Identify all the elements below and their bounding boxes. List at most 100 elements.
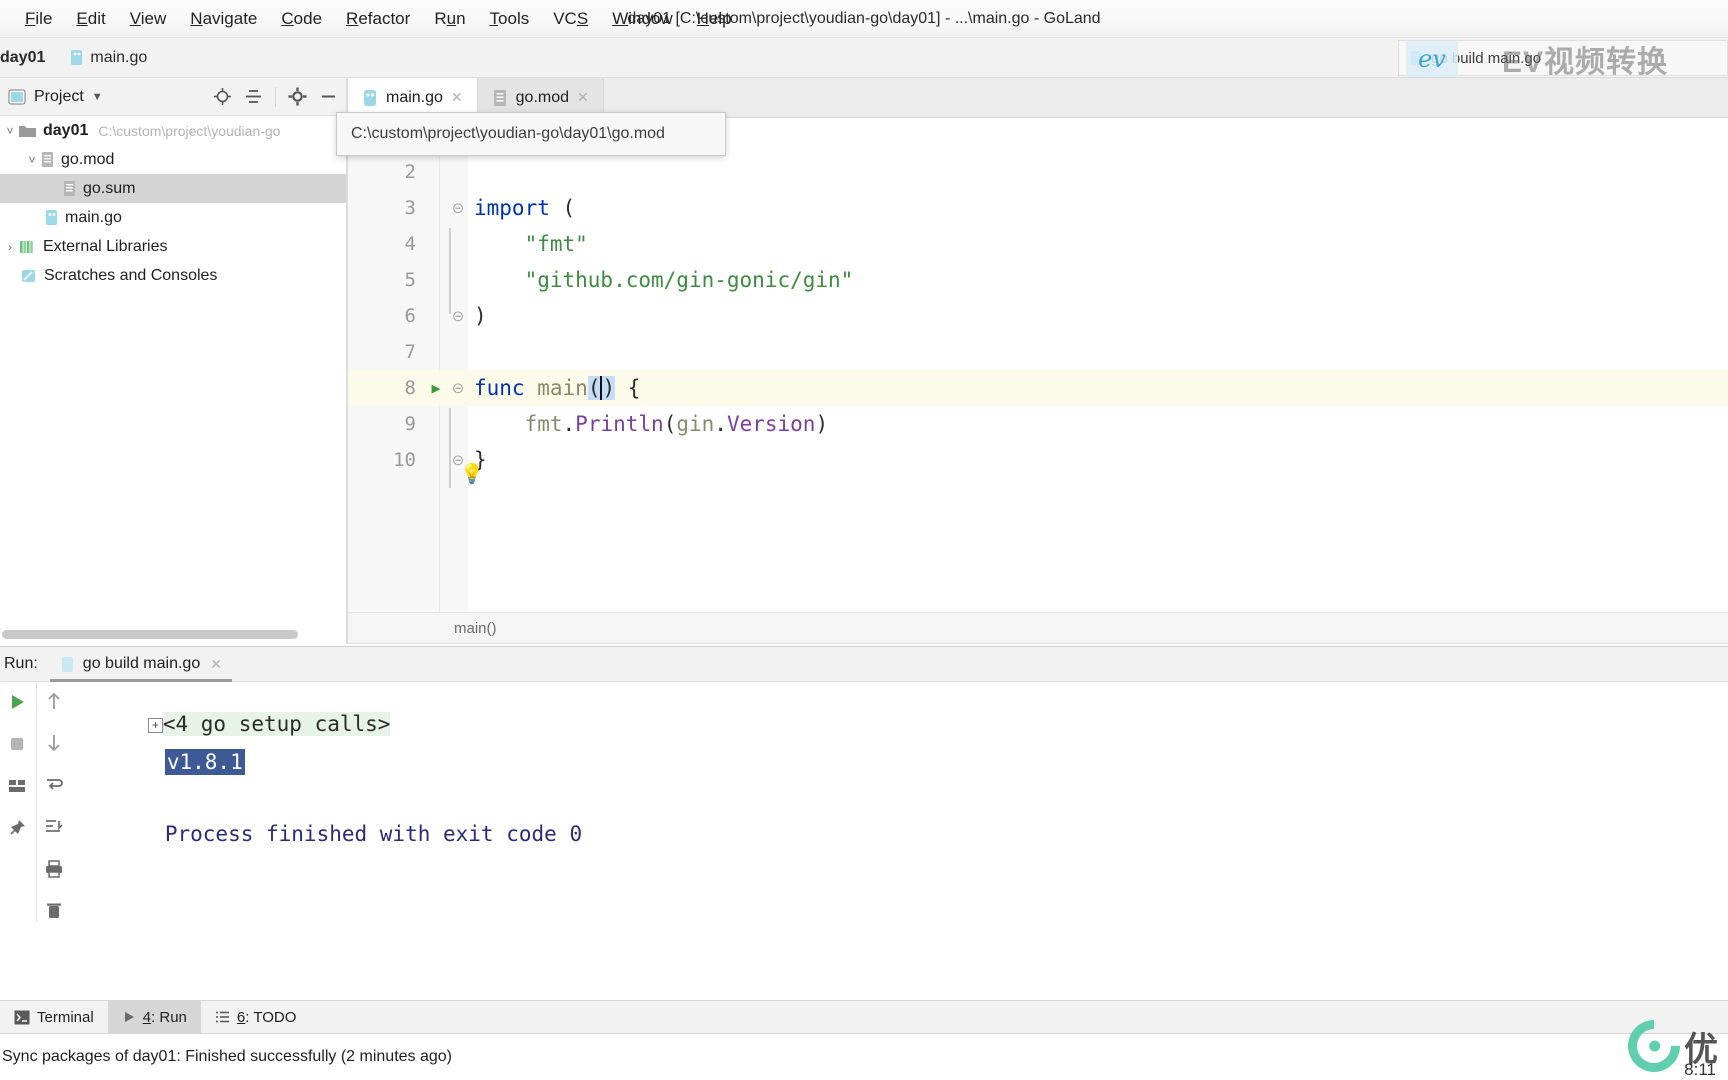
tool-window-run[interactable]: 4: Run (107, 1000, 201, 1034)
status-bar: Sync packages of day01: Finished success… (0, 1034, 1728, 1080)
project-dropdown-icon[interactable]: ▼ (92, 91, 103, 103)
tree-label-scratches: Scratches and Consoles (44, 266, 218, 284)
locate-target-icon[interactable] (213, 87, 232, 106)
run-console-output[interactable]: + <4 go setup calls> v1.8.1 Process finis… (72, 682, 1728, 922)
editor-tab-label: go.mod (515, 88, 570, 106)
run-tab-go-build[interactable]: go build main.go ✕ (49, 646, 233, 682)
menu-run[interactable]: Run (423, 6, 476, 32)
run-tab-label: go build main.go (82, 655, 201, 672)
token-paren-open: ( (562, 196, 576, 220)
breadcrumb-project[interactable]: day01 (0, 49, 45, 67)
hide-panel-icon[interactable] (319, 87, 338, 106)
fold-toggle[interactable]: ⊝ (448, 307, 468, 325)
matching-paren-highlight: () (587, 376, 616, 400)
previous-occurrence-button[interactable] (42, 690, 66, 712)
menu-file[interactable]: File (14, 6, 63, 32)
code-line-9[interactable]: 9 fmt.Println(gin.Version) (348, 406, 1728, 442)
menu-help[interactable]: Help (686, 6, 743, 32)
go-file-icon (61, 656, 73, 672)
menu-vcs[interactable]: VCS (542, 6, 599, 32)
fold-toggle[interactable]: ⊝ (448, 199, 468, 217)
chevron-right-icon[interactable]: › (2, 240, 18, 254)
token-fn-version: Version (726, 412, 816, 436)
chevron-down-icon[interactable]: ˅ (2, 124, 18, 138)
collapse-all-icon[interactable] (244, 87, 263, 106)
tool-window-todo[interactable]: 6: TODO (201, 1001, 310, 1034)
stop-button[interactable] (5, 732, 29, 756)
line-number: 9 (404, 413, 416, 435)
code-line-6[interactable]: 6 ⊝ ) (348, 298, 1728, 334)
code-line-3[interactable]: 3 ⊝ import ( (348, 190, 1728, 226)
scroll-to-end-button[interactable] (42, 816, 66, 838)
code-line-4[interactable]: 4 "fmt" (348, 226, 1728, 262)
go-file-icon (1411, 51, 1421, 65)
code-line-8[interactable]: 8 ▶ ⊝ func main() { (348, 370, 1728, 406)
menu-navigate[interactable]: Navigate (179, 6, 268, 32)
layout-settings-button[interactable] (5, 774, 29, 798)
tree-item-gosum[interactable]: go.sum (0, 174, 346, 203)
soft-wrap-button[interactable] (42, 774, 66, 796)
pin-button[interactable] (5, 816, 29, 840)
tool-window-terminal-label: Terminal (37, 1008, 94, 1026)
menu-tools[interactable]: Tools (479, 6, 541, 32)
editor-breadcrumb-bar: main() (348, 612, 1728, 644)
close-icon[interactable]: ✕ (577, 89, 589, 106)
project-horizontal-scrollbar[interactable] (2, 630, 298, 639)
token-dot: . (562, 412, 576, 436)
close-icon[interactable]: ✕ (451, 89, 463, 106)
menu-refactor[interactable]: Refactor (335, 6, 421, 32)
tree-label-day01: day01 (43, 121, 89, 139)
breadcrumb-project-label: day01 (0, 48, 46, 66)
line-number: 10 (393, 449, 416, 471)
code-line-7[interactable]: 7 (348, 334, 1728, 370)
chevron-down-icon[interactable]: ˅ (24, 153, 40, 167)
run-icon (124, 1012, 134, 1022)
menu-window[interactable]: Window (601, 6, 683, 32)
gosum-file-icon (64, 181, 75, 196)
run-configuration-widget[interactable]: go build main.go (1398, 40, 1728, 76)
run-gutter-icon[interactable]: ▶ (424, 379, 448, 397)
intention-bulb-icon[interactable]: 💡 (460, 464, 484, 484)
clear-all-button[interactable] (42, 900, 66, 922)
token-paren-close: ) (602, 376, 616, 400)
tree-item-day01[interactable]: ˅ day01 C:\custom\project\youdian-go (0, 116, 346, 145)
code-content: ) (468, 304, 487, 328)
token-pkg-fmt: fmt (524, 412, 563, 436)
project-tree[interactable]: ˅ day01 C:\custom\project\youdian-go ˅ g… (0, 116, 346, 644)
code-content: "fmt" (468, 232, 588, 256)
menu-edit[interactable]: Edit (65, 6, 116, 32)
token-brace-open: { (627, 376, 641, 400)
menu-view[interactable]: View (119, 6, 178, 32)
folder-icon (19, 126, 36, 137)
tree-item-scratches[interactable]: Scratches and Consoles (0, 261, 346, 290)
next-occurrence-button[interactable] (42, 732, 66, 754)
fold-toggle[interactable]: ⊝ (448, 379, 468, 397)
main-menu: File Edit View Navigate Code Refactor Ru… (0, 6, 743, 32)
code-line-10[interactable]: 10 ⊝ } (348, 442, 1728, 478)
tree-item-gomod[interactable]: ˅ go.mod (0, 145, 346, 174)
tree-label-maingo: main.go (65, 208, 122, 226)
tool-window-terminal[interactable]: Terminal (0, 1001, 108, 1034)
tool-window-todo-number: 6 (236, 1008, 246, 1026)
breadcrumb-file[interactable]: main.go (69, 49, 147, 67)
menu-code[interactable]: Code (270, 6, 333, 32)
tool-window-run-number: 4 (142, 1008, 152, 1026)
go-file-icon (364, 89, 376, 106)
code-line-5[interactable]: 5 "github.com/gin-gonic/gin" (348, 262, 1728, 298)
run-toolbar-secondary (36, 682, 70, 922)
project-panel-header: Project ▼ (0, 78, 346, 116)
console-version-text: v1.8.1 (164, 749, 245, 775)
run-panel-header: Run: go build main.go ✕ (0, 646, 1728, 682)
print-button[interactable] (42, 858, 66, 880)
console-line-version[interactable]: v1.8.1 (89, 726, 245, 798)
code-line-2[interactable]: 2 (348, 154, 1728, 190)
tree-item-external-libraries[interactable]: › External Libraries (0, 232, 346, 261)
rerun-button[interactable] (5, 690, 29, 714)
token-pkg-gin: gin (676, 412, 715, 436)
gear-icon[interactable] (288, 87, 307, 106)
code-editor[interactable]: 2 3 ⊝ import ( 4 "fmt" 5 "github.com/gin… (348, 118, 1728, 612)
gomod-file-icon (493, 89, 506, 106)
close-icon[interactable]: ✕ (210, 656, 222, 673)
editor-breadcrumb-main[interactable]: main() (348, 620, 497, 637)
tree-item-maingo[interactable]: main.go (0, 203, 346, 232)
